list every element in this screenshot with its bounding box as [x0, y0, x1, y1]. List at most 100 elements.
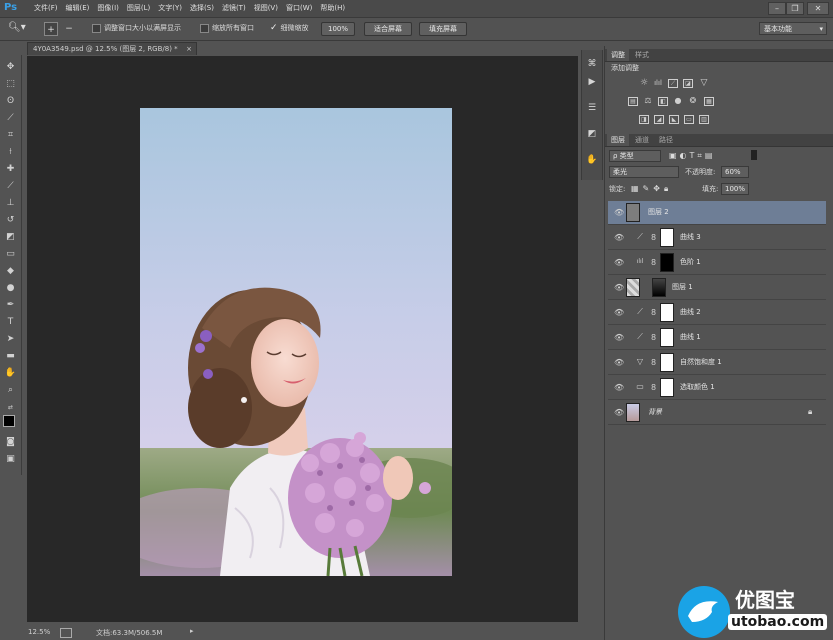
restore-icon[interactable]: ❐: [786, 2, 804, 15]
layer-row[interactable]: 👁︎ ▽ 8 自然饱和度 1: [608, 351, 826, 375]
eyedropper-tool-icon[interactable]: ⟊: [4, 146, 17, 159]
lasso-tool-icon[interactable]: ʘ: [4, 95, 17, 108]
document-tab[interactable]: 4Y0A3549.psd @ 12.5% (图层 2, RGB/8) * ×: [27, 42, 197, 55]
menu-select[interactable]: 选择(S): [186, 0, 218, 17]
layer-row[interactable]: 👁︎ ılıl 8 色阶 1: [608, 251, 826, 275]
blend-mode-select[interactable]: 柔光: [609, 166, 679, 178]
layer-row[interactable]: 👁︎ ⟋ 8 曲线 2: [608, 301, 826, 325]
quick-mask-icon[interactable]: ◙: [4, 436, 17, 449]
tab-channels[interactable]: 通道: [631, 134, 653, 146]
menu-filter[interactable]: 滤镜(T): [218, 0, 250, 17]
type-tool-icon[interactable]: T: [4, 316, 17, 329]
visibility-eye-icon[interactable]: 👁︎: [614, 283, 624, 292]
dodge-tool-icon[interactable]: ●: [4, 282, 17, 295]
status-arrow-icon[interactable]: ▸: [190, 627, 194, 635]
tab-adjustments[interactable]: 调整: [607, 49, 629, 61]
invert-icon[interactable]: ◨: [639, 115, 649, 124]
tab-styles[interactable]: 样式: [631, 49, 653, 61]
menu-window[interactable]: 窗口(W): [282, 0, 316, 17]
layer-row[interactable]: 👁︎ ▭ 8 选取颜色 1: [608, 376, 826, 400]
menu-view[interactable]: 视图(V): [250, 0, 282, 17]
vibrance-icon[interactable]: ▽: [699, 79, 709, 88]
zoom-tool-icon[interactable]: ⌕: [4, 384, 17, 397]
move-tool-icon[interactable]: ✥: [4, 61, 17, 74]
menu-layer[interactable]: 图层(L): [123, 0, 154, 17]
color-balance-icon[interactable]: ⚖: [643, 97, 653, 106]
info-icon[interactable]: ◩: [586, 128, 598, 140]
photo-filter-icon[interactable]: ●: [673, 97, 683, 106]
layer-row[interactable]: 👁︎ 图层 2: [608, 201, 826, 225]
tool-presets-icon[interactable]: ✋: [586, 154, 598, 166]
actions-play-icon[interactable]: ▶: [586, 76, 598, 88]
marquee-tool-icon[interactable]: ⬚: [4, 78, 17, 91]
status-icon[interactable]: [60, 628, 72, 638]
hue-saturation-icon[interactable]: ▤: [628, 97, 638, 106]
channel-mixer-icon[interactable]: ❂: [688, 97, 698, 106]
lock-icons[interactable]: ▦✎✥🔒︎: [631, 183, 672, 195]
color-lookup-icon[interactable]: ▦: [704, 97, 714, 106]
visibility-eye-icon[interactable]: 👁︎: [614, 383, 624, 392]
black-white-icon[interactable]: ◧: [658, 97, 668, 106]
gradient-map-icon[interactable]: ▥: [699, 115, 709, 124]
close-icon[interactable]: ✕: [807, 2, 829, 15]
fill-screen-button[interactable]: 填充屏幕: [419, 22, 467, 36]
lock-icon[interactable]: 🔒︎: [808, 407, 812, 417]
layer-filter-icons[interactable]: ▣◐T⌗▤: [669, 150, 716, 162]
layer-row[interactable]: 👁︎ ⟋ 8 曲线 3: [608, 226, 826, 250]
menu-type[interactable]: 文字(Y): [154, 0, 186, 17]
brightness-contrast-icon[interactable]: ☼: [639, 79, 649, 88]
history-brush-tool-icon[interactable]: ↺: [4, 214, 17, 227]
visibility-eye-icon[interactable]: 👁︎: [614, 308, 624, 317]
adjust-sliders-icon[interactable]: ☰: [586, 102, 598, 114]
menu-file[interactable]: 文件(F): [30, 0, 62, 17]
scrubby-zoom-checkbox[interactable]: ✓ 细微缩放: [270, 23, 309, 33]
menu-image[interactable]: 图像(I): [93, 0, 123, 17]
visibility-eye-icon[interactable]: 👁︎: [614, 408, 624, 417]
resize-windows-checkbox[interactable]: 调整窗口大小以满屏显示: [92, 23, 181, 33]
menu-edit[interactable]: 编辑(E): [62, 0, 94, 17]
layer-filter-select[interactable]: ρ 类型: [609, 150, 661, 162]
path-select-tool-icon[interactable]: ➤: [4, 333, 17, 346]
swap-colors-icon[interactable]: ⇄: [4, 401, 17, 414]
curves-icon[interactable]: ⟋: [668, 79, 678, 88]
brush-tool-icon[interactable]: ⟋: [4, 180, 17, 193]
exposure-icon[interactable]: ◪: [683, 79, 693, 88]
hand-tool-icon[interactable]: ✋: [4, 367, 17, 380]
blur-tool-icon[interactable]: ◆: [4, 265, 17, 278]
zoom-in-icon[interactable]: +: [44, 22, 58, 36]
visibility-eye-icon[interactable]: 👁︎: [614, 333, 624, 342]
pen-tool-icon[interactable]: ✒: [4, 299, 17, 312]
visibility-eye-icon[interactable]: 👁︎: [614, 358, 624, 367]
tab-layers[interactable]: 图层: [607, 134, 629, 146]
fit-screen-button[interactable]: 适合屏幕: [364, 22, 412, 36]
opacity-input[interactable]: 60%: [721, 166, 749, 178]
layer-row[interactable]: 👁︎ 图层 1: [608, 276, 826, 300]
screen-mode-icon[interactable]: ▣: [4, 453, 17, 466]
crop-tool-icon[interactable]: ⌗: [4, 129, 17, 142]
visibility-eye-icon[interactable]: 👁︎: [614, 233, 624, 242]
healing-brush-tool-icon[interactable]: ✚: [4, 163, 17, 176]
tab-paths[interactable]: 路径: [655, 134, 677, 146]
visibility-eye-icon[interactable]: 👁︎: [614, 258, 624, 267]
foreground-color-swatch[interactable]: [3, 415, 15, 427]
threshold-icon[interactable]: ◣: [669, 115, 679, 124]
menu-help[interactable]: 帮助(H): [316, 0, 349, 17]
zoom-all-windows-checkbox[interactable]: 缩放所有窗口: [200, 23, 254, 33]
zoom-tool-preset-icon[interactable]: 🔍︎▾: [8, 22, 32, 36]
rectangle-tool-icon[interactable]: ▬: [4, 350, 17, 363]
filter-toggle-icon[interactable]: [751, 150, 757, 160]
history-icon[interactable]: ⌘: [586, 58, 598, 70]
selective-color-icon[interactable]: ▭: [684, 115, 694, 124]
zoom-out-icon[interactable]: −: [62, 22, 76, 36]
layer-row[interactable]: 👁︎ ⟋ 8 曲线 1: [608, 326, 826, 350]
zoom-100-button[interactable]: 100%: [321, 22, 355, 36]
zoom-level[interactable]: 12.5%: [28, 628, 50, 636]
quick-select-tool-icon[interactable]: ⟋: [4, 112, 17, 125]
gradient-tool-icon[interactable]: ▭: [4, 248, 17, 261]
visibility-eye-icon[interactable]: 👁︎: [614, 208, 624, 217]
workspace-select[interactable]: 基本功能 ▾: [759, 22, 827, 35]
fill-input[interactable]: 100%: [721, 183, 749, 195]
posterize-icon[interactable]: ◢: [654, 115, 664, 124]
minimize-icon[interactable]: –: [768, 2, 786, 15]
eraser-tool-icon[interactable]: ◩: [4, 231, 17, 244]
